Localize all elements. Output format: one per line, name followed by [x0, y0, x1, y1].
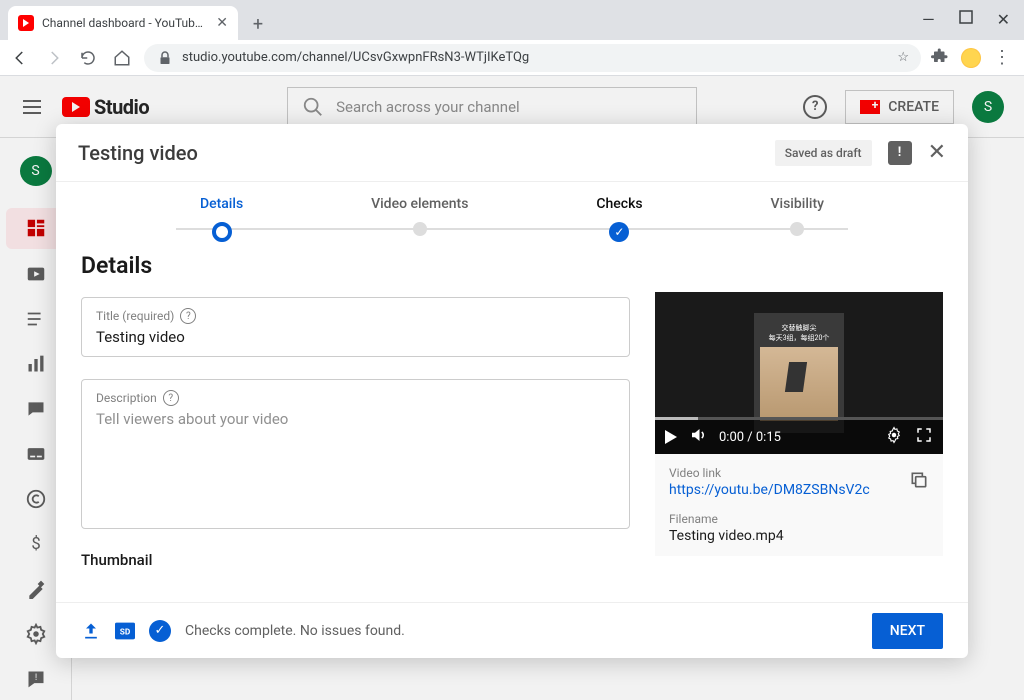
section-heading: Details: [81, 252, 630, 279]
reload-button[interactable]: [76, 46, 100, 70]
dialog-header: Testing video Saved as draft ! ✕: [56, 124, 968, 182]
svg-text:SD: SD: [120, 627, 131, 637]
footer-status-text: Checks complete. No issues found.: [185, 623, 405, 639]
back-button[interactable]: [8, 46, 32, 70]
next-button[interactable]: NEXT: [872, 613, 943, 649]
step-circle-icon: [212, 222, 232, 242]
video-link[interactable]: https://youtu.be/DM8ZSBNsV2c: [669, 482, 870, 498]
step-visibility[interactable]: Visibility: [771, 196, 824, 236]
dialog-title: Testing video: [78, 141, 198, 165]
checks-complete-icon: ✓: [149, 620, 171, 642]
extension-badge-icon[interactable]: [961, 48, 981, 68]
tab-title: Channel dashboard - YouTube St: [42, 16, 208, 30]
upload-dialog: Testing video Saved as draft ! ✕ Details…: [56, 124, 968, 658]
settings-gear-icon[interactable]: [885, 426, 903, 448]
step-video-elements[interactable]: Video elements: [371, 196, 468, 236]
browser-tab-strip: Channel dashboard - YouTube St ✕ + — ✕: [0, 0, 1024, 40]
step-check-icon: ✓: [609, 222, 629, 242]
video-preview[interactable]: 交替触脚尖每天3组，每组20个 0:00 / 0:15: [655, 292, 943, 454]
maximize-icon[interactable]: [957, 8, 975, 30]
description-placeholder: Tell viewers about your video: [96, 410, 615, 428]
minimize-icon[interactable]: —: [922, 10, 935, 29]
volume-icon[interactable]: [689, 426, 707, 448]
bookmark-star-icon[interactable]: ☆: [897, 50, 909, 65]
address-bar[interactable]: studio.youtube.com/channel/UCsvGxwpnFRsN…: [144, 44, 921, 72]
description-label: Description: [96, 391, 157, 405]
dialog-footer: SD ✓ Checks complete. No issues found. N…: [56, 602, 968, 658]
description-field[interactable]: Description ? Tell viewers about your vi…: [81, 379, 630, 529]
title-field[interactable]: Title (required) ? Testing video: [81, 297, 630, 357]
preview-frame: 交替触脚尖每天3组，每组20个: [754, 313, 844, 433]
youtube-favicon: [18, 15, 34, 31]
close-tab-icon[interactable]: ✕: [216, 15, 228, 31]
step-details[interactable]: Details: [200, 196, 243, 242]
window-close-icon[interactable]: ✕: [997, 10, 1010, 29]
extensions-icon[interactable]: [931, 47, 949, 69]
step-circle-icon: [413, 222, 427, 236]
chrome-menu-icon[interactable]: ⋮: [993, 47, 1012, 68]
url-text: studio.youtube.com/channel/UCsvGxwpnFRsN…: [182, 50, 529, 65]
filename-label: Filename: [669, 512, 929, 526]
fullscreen-icon[interactable]: [915, 426, 933, 448]
browser-toolbar: studio.youtube.com/channel/UCsvGxwpnFRsN…: [0, 40, 1024, 76]
title-value[interactable]: Testing video: [96, 328, 615, 346]
video-link-label: Video link: [669, 466, 870, 480]
title-label: Title (required): [96, 309, 174, 323]
forward-button[interactable]: [42, 46, 66, 70]
feedback-icon[interactable]: !: [888, 141, 912, 165]
new-tab-button[interactable]: +: [244, 10, 272, 38]
copy-link-icon[interactable]: [909, 466, 929, 494]
step-circle-icon: [790, 222, 804, 236]
play-icon[interactable]: [665, 430, 677, 444]
lock-icon: [156, 49, 174, 67]
upload-stepper: Details Video elements Checks ✓ Visibili…: [56, 182, 968, 242]
video-meta: Video link https://youtu.be/DM8ZSBNsV2c …: [655, 454, 943, 556]
thumbnail-heading: Thumbnail: [81, 551, 630, 569]
step-checks[interactable]: Checks ✓: [596, 196, 642, 242]
upload-status-icon: [81, 621, 101, 641]
sd-badge-icon: SD: [115, 621, 135, 641]
filename-value: Testing video.mp4: [669, 528, 929, 544]
help-tooltip-icon[interactable]: ?: [180, 308, 196, 324]
home-button[interactable]: [110, 46, 134, 70]
close-dialog-icon[interactable]: ✕: [928, 140, 946, 165]
help-tooltip-icon[interactable]: ?: [163, 390, 179, 406]
browser-tab[interactable]: Channel dashboard - YouTube St ✕: [8, 6, 238, 40]
draft-status-badge: Saved as draft: [775, 140, 872, 166]
preview-time: 0:00 / 0:15: [719, 430, 781, 445]
